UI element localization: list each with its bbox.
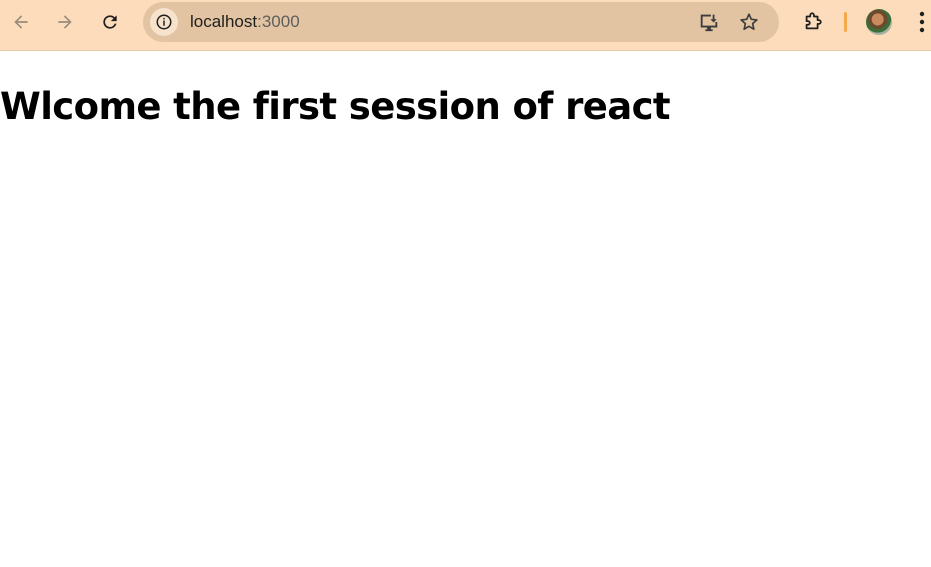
forward-button[interactable] [50, 7, 80, 37]
bookmark-button[interactable] [737, 10, 761, 34]
browser-menu-button[interactable] [912, 8, 931, 36]
arrow-left-icon [14, 15, 28, 29]
install-app-icon [700, 14, 718, 32]
url-text[interactable]: localhost:3000 [190, 12, 300, 32]
three-dots-vertical-icon [919, 11, 925, 33]
extensions-button[interactable] [799, 8, 827, 36]
page-heading: Wlcome the first session of react [0, 85, 671, 128]
puzzle-piece-icon [805, 12, 822, 30]
site-info-button[interactable] [150, 8, 178, 36]
reload-button[interactable] [95, 7, 125, 37]
arrow-right-icon [58, 15, 72, 29]
reload-icon [103, 15, 117, 29]
address-bar[interactable]: localhost:3000 [143, 2, 779, 42]
info-circle-icon [156, 14, 172, 30]
url-port: :3000 [257, 12, 300, 31]
install-app-button[interactable] [697, 10, 721, 34]
url-host: localhost [190, 12, 258, 31]
profile-avatar[interactable] [866, 9, 892, 35]
back-button[interactable] [6, 7, 36, 37]
toolbar-separator [844, 12, 847, 32]
star-icon [740, 13, 758, 30]
browser-toolbar: localhost:3000 [0, 0, 931, 51]
